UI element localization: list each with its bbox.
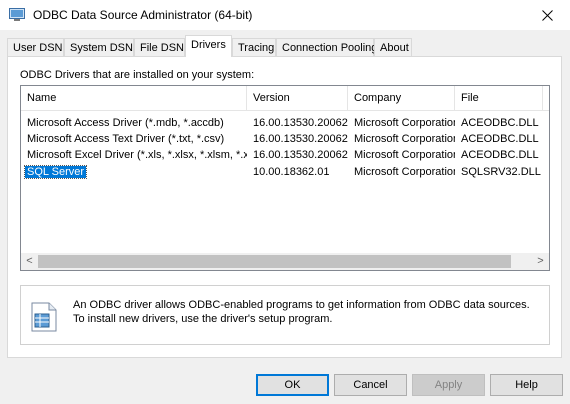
cell-company: Microsoft Corporation bbox=[354, 117, 455, 129]
cell-version: 16.00.13530.20062 bbox=[253, 133, 348, 145]
scrollbar-thumb[interactable] bbox=[38, 255, 511, 268]
tab-system-dsn[interactable]: System DSN bbox=[64, 38, 134, 56]
tab-file-dsn[interactable]: File DSN bbox=[134, 38, 185, 56]
table-row-selected[interactable]: SQL Server 10.00.18362.01 Microsoft Corp… bbox=[21, 164, 549, 180]
table-row[interactable]: Microsoft Access Driver (*.mdb, *.accdb)… bbox=[21, 115, 549, 131]
column-header-company[interactable]: Company bbox=[348, 86, 455, 110]
cell-company: Microsoft Corporation bbox=[354, 133, 455, 145]
window-title: ODBC Data Source Administrator (64-bit) bbox=[33, 8, 253, 22]
info-text: An ODBC driver allows ODBC-enabled progr… bbox=[73, 299, 530, 325]
cell-file: ACEODBC.DLL bbox=[461, 133, 539, 145]
cell-name: Microsoft Access Text Driver (*.txt, *.c… bbox=[21, 131, 247, 147]
column-header-name[interactable]: Name bbox=[21, 86, 247, 110]
cell-company: Microsoft Corporation bbox=[354, 166, 455, 178]
cell-name: SQL Server bbox=[21, 164, 247, 180]
table-row[interactable]: Microsoft Excel Driver (*.xls, *.xlsx, *… bbox=[21, 147, 549, 163]
info-box: An ODBC driver allows ODBC-enabled progr… bbox=[20, 285, 550, 345]
apply-button[interactable]: Apply bbox=[412, 374, 485, 396]
tab-tracing[interactable]: Tracing bbox=[232, 38, 276, 56]
list-header: Name Version Company File bbox=[21, 86, 549, 111]
close-icon bbox=[541, 9, 553, 21]
odbc-admin-window: ODBC Data Source Administrator (64-bit) … bbox=[0, 0, 570, 404]
cell-version: 16.00.13530.20062 bbox=[253, 149, 348, 161]
driver-name: Microsoft Excel Driver (*.xls, *.xlsx, *… bbox=[27, 149, 247, 161]
cell-company: Microsoft Corporation bbox=[354, 149, 455, 161]
tab-connection-pooling[interactable]: Connection Pooling bbox=[276, 38, 377, 56]
drivers-list[interactable]: Name Version Company File Microsoft Acce… bbox=[20, 85, 550, 271]
tab-about[interactable]: About bbox=[374, 38, 412, 56]
tab-drivers[interactable]: Drivers bbox=[185, 35, 232, 57]
horizontal-scrollbar[interactable]: < > bbox=[21, 253, 549, 270]
cell-file: SQLSRV32.DLL bbox=[461, 166, 541, 178]
cancel-button[interactable]: Cancel bbox=[334, 374, 407, 396]
driver-name: SQL Server bbox=[23, 165, 88, 179]
cell-name: Microsoft Excel Driver (*.xls, *.xlsx, *… bbox=[21, 147, 247, 163]
help-button[interactable]: Help bbox=[490, 374, 563, 396]
tab-user-dsn[interactable]: User DSN bbox=[7, 38, 64, 56]
title-bar: ODBC Data Source Administrator (64-bit) bbox=[0, 0, 570, 30]
driver-name: Microsoft Access Text Driver (*.txt, *.c… bbox=[27, 133, 225, 145]
cell-file: ACEODBC.DLL bbox=[461, 149, 539, 161]
drivers-section-label: ODBC Drivers that are installed on your … bbox=[20, 69, 255, 81]
driver-document-icon bbox=[31, 302, 57, 332]
column-header-file[interactable]: File bbox=[455, 86, 543, 110]
scroll-left-button[interactable]: < bbox=[21, 253, 38, 270]
close-button[interactable] bbox=[524, 0, 570, 30]
cell-version: 10.00.18362.01 bbox=[253, 166, 330, 178]
cell-version: 16.00.13530.20062 bbox=[253, 117, 348, 129]
odbc-app-icon bbox=[9, 8, 25, 21]
drivers-panel: ODBC Drivers that are installed on your … bbox=[7, 56, 562, 358]
table-row[interactable]: Microsoft Access Text Driver (*.txt, *.c… bbox=[21, 131, 549, 147]
scroll-right-button[interactable]: > bbox=[532, 253, 549, 270]
cell-file: ACEODBC.DLL bbox=[461, 117, 539, 129]
cell-name: Microsoft Access Driver (*.mdb, *.accdb) bbox=[21, 115, 247, 131]
ok-button[interactable]: OK bbox=[256, 374, 329, 396]
driver-name: Microsoft Access Driver (*.mdb, *.accdb) bbox=[27, 117, 224, 129]
column-header-version[interactable]: Version bbox=[247, 86, 348, 110]
